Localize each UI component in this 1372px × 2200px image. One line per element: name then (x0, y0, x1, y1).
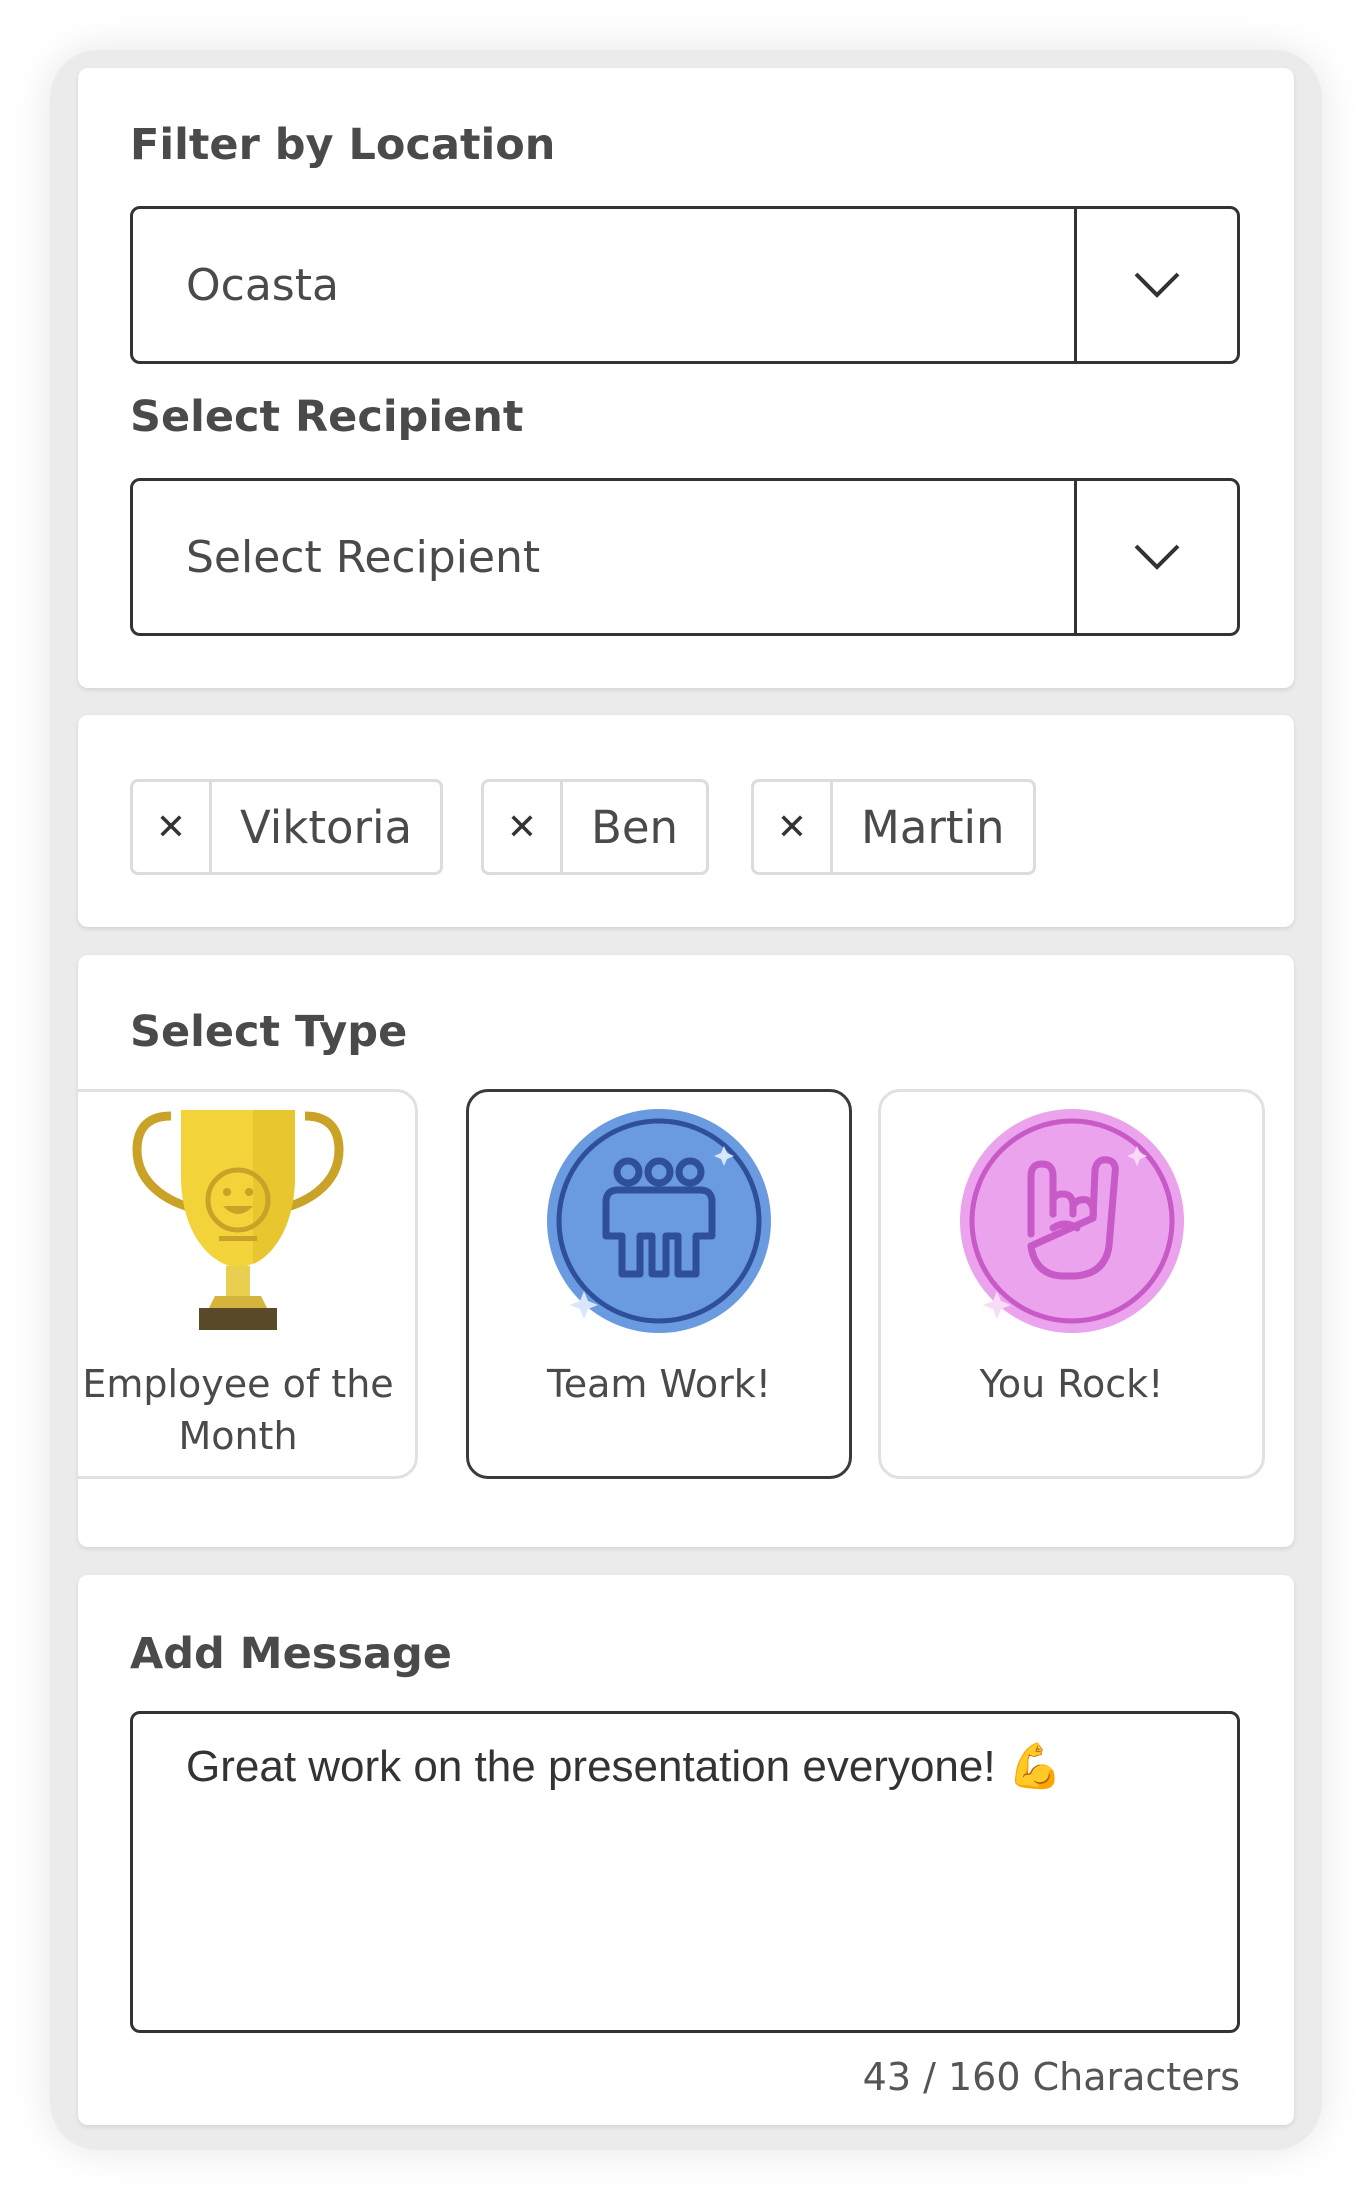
chevron-down-icon[interactable] (1074, 481, 1237, 633)
type-option-employee-of-the-month[interactable]: Employee of the Month (78, 1089, 418, 1479)
remove-chip-icon[interactable]: ✕ (133, 782, 212, 872)
rock-hand-icon (959, 1109, 1184, 1333)
message-card: Add Message Great work on the presentati… (78, 1575, 1294, 2125)
type-option-label: Employee of the Month (82, 1362, 394, 1458)
character-counter: 43 / 160 Characters (862, 2055, 1240, 2099)
location-select[interactable]: Ocasta (130, 206, 1240, 364)
type-option-you-rock[interactable]: You Rock! (878, 1089, 1265, 1479)
trophy-icon (132, 1110, 344, 1330)
recipients-card: ✕ Viktoria ✕ Ben ✕ Martin (78, 715, 1294, 927)
recipient-select[interactable]: Select Recipient (130, 478, 1240, 636)
recipient-label: Select Recipient (130, 392, 524, 442)
remove-chip-icon[interactable]: ✕ (754, 782, 833, 872)
remove-chip-icon[interactable]: ✕ (484, 782, 563, 872)
chip-label: Ben (591, 800, 679, 854)
recipient-chip: ✕ Viktoria (130, 779, 444, 875)
message-label: Add Message (130, 1629, 452, 1679)
chevron-down-icon[interactable] (1074, 209, 1237, 361)
type-option-team-work[interactable]: Team Work! (466, 1089, 852, 1479)
type-card: Select Type Employee of the Month Team W… (78, 955, 1294, 1547)
recipient-chip: ✕ Ben (481, 779, 710, 875)
type-option-label: You Rock! (979, 1362, 1164, 1406)
recipient-chip: ✕ Martin (751, 779, 1036, 875)
chip-label: Viktoria (240, 800, 413, 854)
filter-card: Filter by Location Ocasta Select Recipie… (78, 68, 1294, 688)
chip-label: Martin (861, 800, 1005, 854)
type-label: Select Type (130, 1007, 408, 1057)
location-value: Ocasta (186, 259, 339, 311)
team-icon (547, 1109, 771, 1333)
location-label: Filter by Location (130, 120, 556, 170)
recipient-placeholder: Select Recipient (186, 531, 541, 583)
type-option-label: Team Work! (547, 1362, 771, 1406)
message-textarea[interactable]: Great work on the presentation everyone!… (130, 1711, 1240, 2033)
